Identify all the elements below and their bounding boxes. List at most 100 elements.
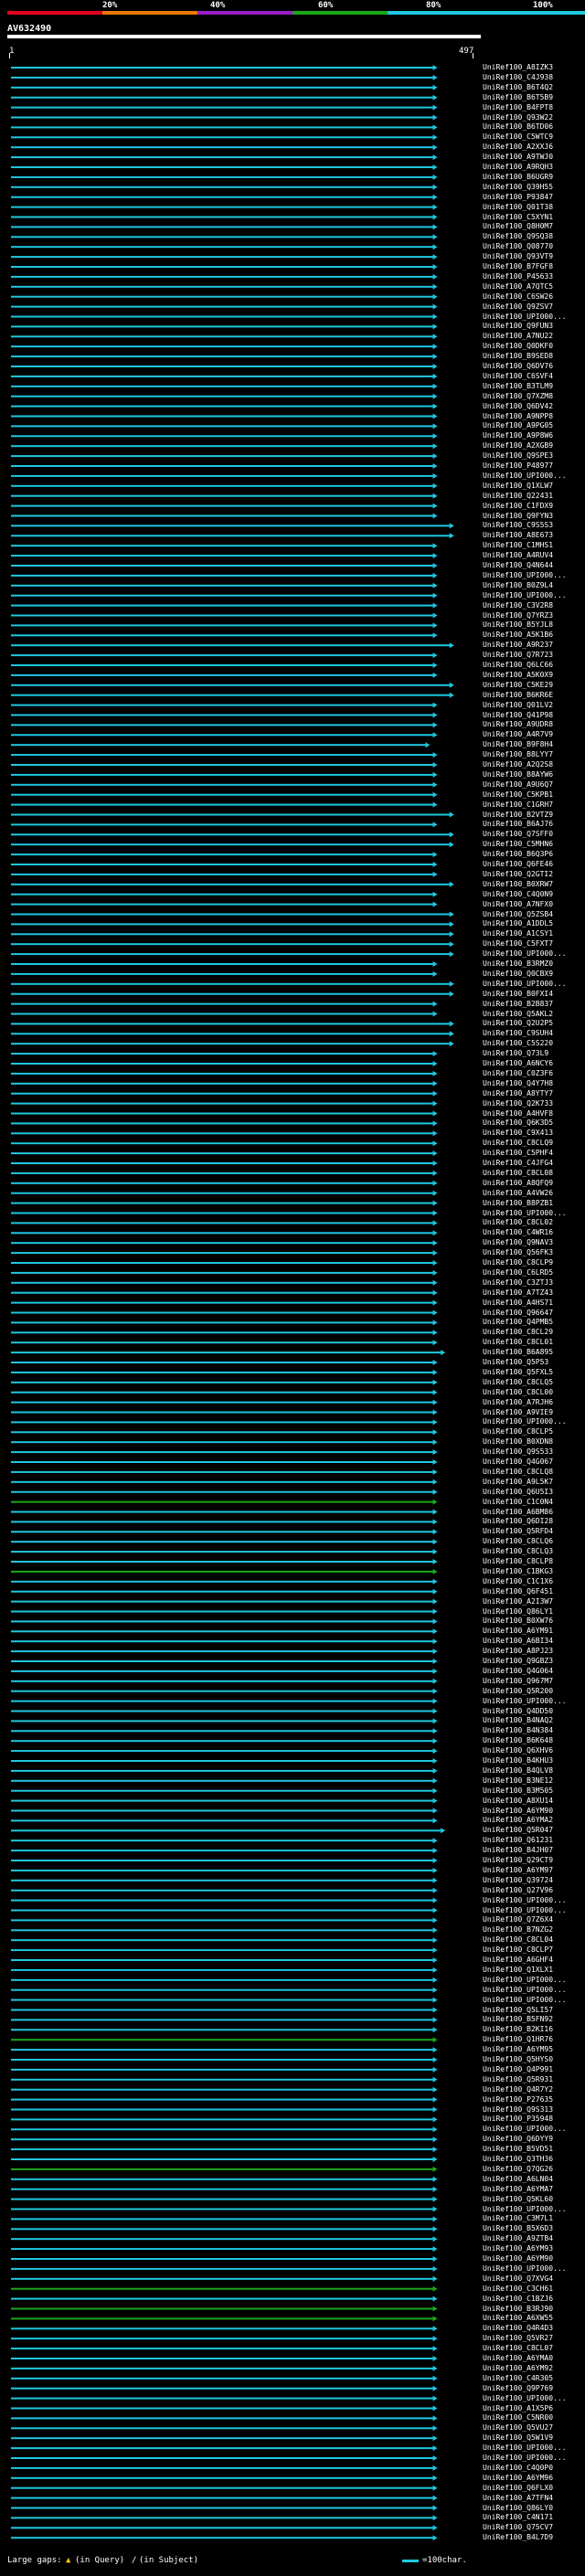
hit-label[interactable]: UniRef100_Q4N644: [483, 562, 553, 569]
hit-label[interactable]: UniRef100_B3M505: [483, 1786, 553, 1795]
hit-label[interactable]: UniRef100_P27635: [483, 2095, 553, 2104]
hit-label[interactable]: UniRef100_C8CLQ8: [483, 1468, 553, 1476]
hit-label[interactable]: UniRef100_A9U6Q7: [483, 780, 553, 789]
hit-label[interactable]: UniRef100_A9PG05: [483, 422, 553, 429]
hit-label[interactable]: UniRef100_A9UDR8: [483, 721, 553, 728]
hit-label[interactable]: UniRef100_Q1XLX1: [483, 1966, 553, 1974]
hit-label[interactable]: UniRef100_Q1XLW7: [483, 482, 553, 490]
hit-label[interactable]: UniRef100_C8CLP9: [483, 1259, 553, 1267]
hit-label[interactable]: UniRef100_B7NZG2: [483, 1926, 553, 1934]
hit-label[interactable]: UniRef100_A4HS71: [483, 1299, 553, 1307]
hit-label[interactable]: UniRef100_C8CL02: [483, 1219, 553, 1226]
hit-label[interactable]: UniRef100_Q9SPE3: [483, 452, 553, 460]
hit-label[interactable]: UniRef100_B0XDN8: [483, 1438, 553, 1446]
hit-label[interactable]: UniRef100_A5K0X9: [483, 671, 553, 679]
hit-label[interactable]: UniRef100_B8AYW6: [483, 770, 553, 779]
hit-label[interactable]: UniRef100_B9SED8: [483, 353, 553, 360]
hit-label[interactable]: UniRef100_B3RJ90: [483, 2305, 553, 2313]
hit-label[interactable]: UniRef100_C8CLQ3: [483, 1548, 553, 1555]
hit-label[interactable]: UniRef100_A6BI34: [483, 1638, 553, 1645]
hit-label[interactable]: UniRef100_C8CL29: [483, 1329, 553, 1336]
hit-label[interactable]: UniRef100_Q4P991: [483, 2065, 553, 2073]
hit-label[interactable]: UniRef100_A6YM91: [483, 1627, 553, 1635]
hit-label[interactable]: UniRef100_Q5ZSB4: [483, 910, 553, 918]
hit-label[interactable]: UniRef100_B5VD51: [483, 2146, 553, 2153]
hit-label[interactable]: UniRef100_Q56FK3: [483, 1249, 553, 1256]
hit-label[interactable]: UniRef100_C3M7L1: [483, 2215, 553, 2222]
hit-label[interactable]: UniRef100_A6YM97: [483, 1866, 553, 1874]
hit-label[interactable]: UniRef100_C8CLP8: [483, 1558, 553, 1565]
hit-label[interactable]: UniRef100_Q9S313: [483, 2105, 553, 2114]
hit-label[interactable]: UniRef100_Q6K3D5: [483, 1119, 553, 1127]
hit-label[interactable]: UniRef100_Q8H0M7: [483, 223, 553, 230]
hit-label[interactable]: UniRef100_Q0CBX9: [483, 970, 553, 978]
hit-label[interactable]: UniRef100_A9ZTB4: [483, 2235, 553, 2242]
hit-label[interactable]: UniRef100_A6XW55: [483, 2315, 553, 2322]
hit-label[interactable]: UniRef100_B4L7D9: [483, 2534, 553, 2541]
hit-label[interactable]: UniRef100_A6YMA2: [483, 1817, 553, 1824]
hit-label[interactable]: UniRef100_Q967M7: [483, 1677, 553, 1685]
hit-label[interactable]: UniRef100_Q86LY0: [483, 2504, 553, 2512]
hit-label[interactable]: UniRef100_A8QFQ9: [483, 1179, 553, 1187]
hit-label[interactable]: UniRef100_B6T4Q2: [483, 83, 553, 91]
hit-label[interactable]: UniRef100_Q01LV2: [483, 701, 553, 709]
hit-label[interactable]: UniRef100_UPI000...: [483, 313, 567, 321]
hit-label[interactable]: UniRef100_A1X5P6: [483, 2404, 553, 2412]
hit-label[interactable]: UniRef100_A9L5K7: [483, 1478, 553, 1486]
hit-label[interactable]: UniRef100_B4NAQ2: [483, 1717, 553, 1724]
hit-label[interactable]: UniRef100_UPI000...: [483, 2454, 567, 2462]
hit-label[interactable]: UniRef100_B6UGR9: [483, 173, 553, 181]
hit-label[interactable]: UniRef100_C0Z3F6: [483, 1069, 553, 1077]
hit-label[interactable]: UniRef100_Q4DD50: [483, 1707, 553, 1715]
hit-label[interactable]: UniRef100_Q6DV76: [483, 363, 553, 370]
hit-label[interactable]: UniRef100_Q4Y7H8: [483, 1079, 553, 1087]
hit-label[interactable]: UniRef100_Q39H55: [483, 183, 553, 191]
hit-label[interactable]: UniRef100_A7TFN4: [483, 2494, 553, 2502]
hit-label[interactable]: UniRef100_Q9NAV3: [483, 1239, 553, 1246]
hit-label[interactable]: UniRef100_Q7R723: [483, 652, 553, 659]
hit-label[interactable]: UniRef100_Q9P769: [483, 2384, 553, 2392]
hit-label[interactable]: UniRef100_A4R7V9: [483, 731, 553, 738]
hit-label[interactable]: UniRef100_B0XW76: [483, 1617, 553, 1625]
hit-label[interactable]: UniRef100_C3CH61: [483, 2284, 553, 2293]
hit-label[interactable]: UniRef100_UPI000...: [483, 571, 567, 579]
hit-label[interactable]: UniRef100_B4N384: [483, 1727, 553, 1734]
hit-label[interactable]: UniRef100_Q2U2P5: [483, 1020, 553, 1027]
hit-label[interactable]: UniRef100_B8LYY7: [483, 751, 553, 758]
hit-label[interactable]: UniRef100_A6YMA7: [483, 2185, 553, 2193]
hit-label[interactable]: UniRef100_C5XYN1: [483, 213, 553, 221]
hit-label[interactable]: UniRef100_B6A895: [483, 1349, 553, 1356]
hit-label[interactable]: UniRef100_A6NCY6: [483, 1060, 553, 1067]
hit-label[interactable]: UniRef100_B3NE12: [483, 1776, 553, 1785]
hit-label[interactable]: UniRef100_A6YM95: [483, 2046, 553, 2053]
hit-label[interactable]: UniRef100_Q93W22: [483, 113, 553, 122]
hit-label[interactable]: UniRef100_B8PZB1: [483, 1199, 553, 1207]
hit-label[interactable]: UniRef100_UPI000...: [483, 1996, 567, 2004]
hit-label[interactable]: UniRef100_B4FPT8: [483, 103, 553, 111]
hit-label[interactable]: UniRef100_C8CLP7: [483, 1946, 553, 1954]
hit-label[interactable]: UniRef100_C1GRH7: [483, 800, 553, 809]
hit-label[interactable]: UniRef100_Q6DI28: [483, 1518, 553, 1525]
hit-label[interactable]: UniRef100_Q9GBZ3: [483, 1658, 553, 1665]
hit-label[interactable]: UniRef100_UPI000...: [483, 591, 567, 599]
hit-label[interactable]: UniRef100_Q5KL60: [483, 2195, 553, 2203]
hit-label[interactable]: UniRef100_A6LN04: [483, 2175, 553, 2183]
hit-label[interactable]: UniRef100_C3ZTJ3: [483, 1278, 553, 1287]
hit-label[interactable]: UniRef100_A6GHF4: [483, 1956, 553, 1964]
hit-label[interactable]: UniRef100_C4Q0P0: [483, 2464, 553, 2472]
hit-label[interactable]: UniRef100_Q6DV42: [483, 402, 553, 410]
hit-label[interactable]: UniRef100_B3RMZ0: [483, 960, 553, 968]
hit-label[interactable]: UniRef100_Q5P53: [483, 1359, 548, 1366]
hit-label[interactable]: UniRef100_A6YM90: [483, 1807, 553, 1815]
hit-label[interactable]: UniRef100_Q7SFF0: [483, 831, 553, 838]
hit-label[interactable]: UniRef100_C1C0N4: [483, 1498, 553, 1506]
hit-label[interactable]: UniRef100_B9F8H4: [483, 741, 553, 748]
hit-label[interactable]: UniRef100_C4R305: [483, 2374, 553, 2382]
hit-label[interactable]: UniRef100_A6YM90: [483, 2255, 553, 2263]
hit-label[interactable]: UniRef100_B6T5B9: [483, 93, 553, 101]
hit-label[interactable]: UniRef100_UPI000...: [483, 1697, 567, 1705]
hit-label[interactable]: UniRef100_B4JH07: [483, 1847, 553, 1854]
hit-label[interactable]: UniRef100_C1BZJ6: [483, 2295, 553, 2303]
hit-label[interactable]: UniRef100_B7FGF8: [483, 263, 553, 270]
hit-label[interactable]: UniRef100_A2XGB9: [483, 442, 553, 450]
